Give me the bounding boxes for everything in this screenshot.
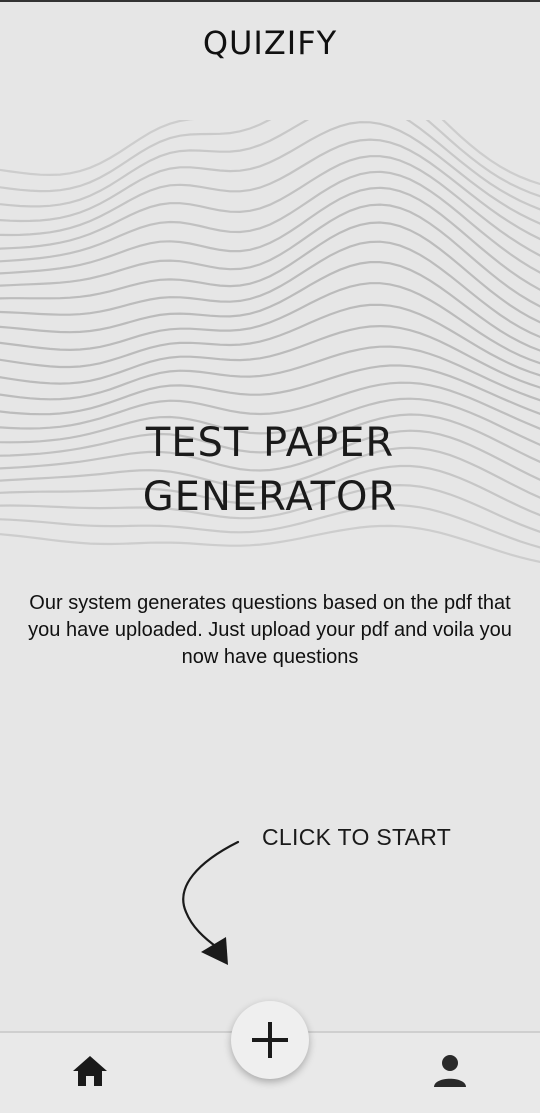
wave-line: [0, 364, 540, 416]
home-icon: [73, 1056, 107, 1086]
curved-arrow-icon: [182, 840, 240, 965]
wave-line: [0, 203, 540, 308]
home-nav-button[interactable]: [66, 1047, 114, 1095]
hero-title: TEST PAPER GENERATOR: [0, 416, 540, 524]
profile-nav-button[interactable]: [426, 1047, 474, 1095]
add-pdf-fab-button[interactable]: [231, 1001, 309, 1079]
app-title: QUIZIFY: [202, 24, 338, 62]
wave-line: [0, 120, 540, 186]
click-to-start-label: CLICK TO START: [262, 824, 452, 850]
hero-title-line-2: GENERATOR: [142, 474, 398, 520]
plus-icon: [252, 1022, 288, 1058]
top-border: [0, 0, 540, 2]
wave-line: [0, 240, 540, 339]
wave-line: [0, 303, 540, 377]
wave-line: [0, 524, 540, 564]
person-icon: [434, 1055, 466, 1087]
hero-description: Our system generates questions based on …: [28, 592, 512, 668]
hero-title-line-1: TEST PAPER: [145, 420, 395, 466]
